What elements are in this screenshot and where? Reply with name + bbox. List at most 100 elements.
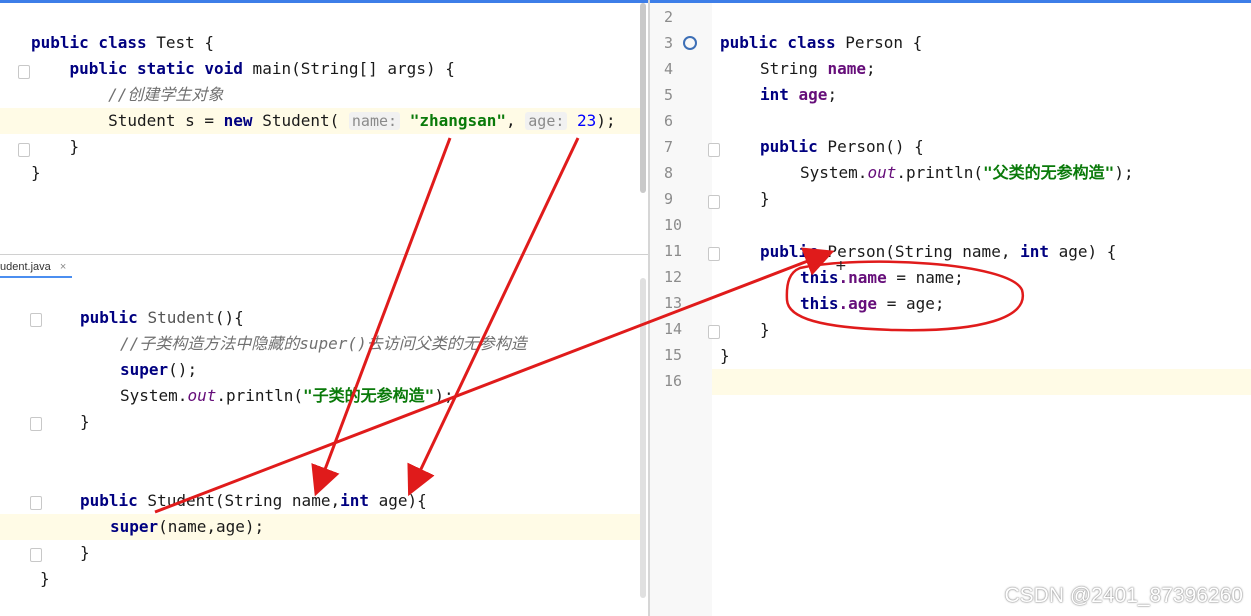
- pane-splitter[interactable]: [0, 254, 648, 255]
- line-number: 14: [664, 320, 683, 338]
- code-line-field[interactable]: String name;: [760, 56, 876, 82]
- code-line-field[interactable]: int age;: [760, 82, 837, 108]
- fold-marker-icon[interactable]: [30, 548, 42, 562]
- keyword: int: [760, 85, 799, 104]
- line-number: 2: [664, 8, 674, 26]
- code-line-assign-age[interactable]: this.age = age;: [800, 291, 945, 317]
- super-keyword: super: [110, 517, 159, 536]
- field-name: name: [827, 59, 866, 78]
- code-line-student-constructor[interactable]: public Student(String name,int age){: [80, 488, 427, 514]
- code-line-super-call[interactable]: super(name,age);: [110, 514, 264, 540]
- keyword: public class: [720, 33, 836, 52]
- code-fragment: .println(: [216, 386, 304, 405]
- code-fragment: Person(String name,: [817, 242, 1021, 261]
- code-fragment: = age;: [877, 294, 945, 313]
- field-name: age: [798, 85, 828, 104]
- fold-marker-icon[interactable]: [708, 325, 720, 339]
- code-line[interactable]: }: [40, 566, 50, 592]
- string-literal: "zhangsan": [409, 111, 507, 130]
- line-number: 5: [664, 86, 674, 104]
- string-literal: "子类的无参构造": [303, 386, 435, 405]
- keyword: public: [80, 491, 138, 510]
- keyword: public: [760, 242, 818, 261]
- line-number: 4: [664, 60, 674, 78]
- code-fragment: (name,age);: [158, 517, 265, 536]
- scrollbar[interactable]: [640, 3, 646, 193]
- current-line-highlight: [0, 514, 640, 540]
- code-fragment: Person {: [835, 33, 923, 52]
- number-literal: 23: [567, 111, 597, 130]
- line-number: 11: [664, 242, 683, 260]
- code-line[interactable]: }: [31, 134, 80, 160]
- tab-student-java[interactable]: udent.java ×: [0, 258, 73, 278]
- student-editor-pane[interactable]: public Student(){ //子类构造方法中隐藏的super()去访问…: [0, 278, 648, 608]
- tab-label: udent.java: [0, 261, 51, 273]
- line-number: 12: [664, 268, 683, 286]
- this-keyword: this: [800, 294, 839, 313]
- line-number: 15: [664, 346, 683, 364]
- line-number: 13: [664, 294, 683, 312]
- code-line[interactable]: public Person() {: [760, 134, 924, 160]
- code-line[interactable]: super();: [120, 357, 197, 383]
- watermark: CSDN @2401_87396260: [1004, 584, 1244, 607]
- close-icon[interactable]: ×: [60, 261, 66, 273]
- code-line[interactable]: System.out.println("父类的无参构造");: [800, 160, 1134, 186]
- fold-marker-icon[interactable]: [18, 143, 30, 157]
- code-line[interactable]: }: [720, 343, 730, 369]
- fold-marker-icon[interactable]: [18, 65, 30, 79]
- code-fragment: ();: [168, 360, 198, 379]
- line-number: 6: [664, 112, 674, 130]
- line-number: 9: [664, 190, 674, 208]
- fold-marker-icon[interactable]: [30, 417, 42, 431]
- code-line-class-decl[interactable]: public class Person {: [720, 30, 922, 56]
- scrollbar[interactable]: [640, 278, 646, 598]
- keyword: int: [340, 491, 369, 510]
- code-fragment: ;: [865, 59, 876, 78]
- code-fragment: age) {: [1049, 242, 1117, 261]
- fold-marker-icon[interactable]: [708, 143, 720, 157]
- code-fragment: System.: [120, 386, 188, 405]
- code-fragment: );: [1114, 163, 1134, 182]
- override-marker-icon[interactable]: [683, 36, 697, 50]
- person-editor-pane[interactable]: 2 3 4 5 6 7 8 9 10 11 12 13 14 15 16 public class Pers…: [650, 3, 1251, 616]
- code-line[interactable]: }: [760, 317, 770, 343]
- code-fragment: Person() {: [817, 137, 924, 156]
- line-number: 16: [664, 372, 683, 390]
- code-comment[interactable]: //子类构造方法中隐藏的super()去访问父类的无参构造: [120, 331, 527, 357]
- string-literal: "父类的无参构造": [983, 163, 1115, 182]
- code-fragment: = name;: [886, 268, 964, 287]
- code-fragment: );: [434, 386, 454, 405]
- fold-marker-icon[interactable]: [30, 313, 42, 327]
- code-line[interactable]: }: [80, 540, 90, 566]
- this-keyword: this: [800, 268, 839, 287]
- code-fragment: age){: [369, 491, 427, 510]
- param-hint-name: name:: [348, 112, 401, 130]
- code-line[interactable]: }: [31, 160, 41, 186]
- code-fragment: System.: [800, 163, 868, 182]
- code-line[interactable]: System.out.println("子类的无参构造");: [120, 383, 454, 409]
- code-line[interactable]: public class Test {: [31, 30, 214, 56]
- code-line[interactable]: public Student(){: [80, 305, 244, 331]
- fold-marker-icon[interactable]: [708, 247, 720, 261]
- code-line-assign-name[interactable]: this.name = name;: [800, 265, 964, 291]
- field-name: .name: [838, 268, 887, 287]
- code-fragment: ;: [827, 85, 838, 104]
- static-field: out: [867, 163, 897, 182]
- code-line[interactable]: }: [80, 409, 90, 435]
- test-editor-pane[interactable]: public class Test { public static void m…: [0, 3, 648, 254]
- line-number: 7: [664, 138, 674, 156]
- code-comment[interactable]: //创建学生对象: [31, 82, 223, 108]
- code-fragment: Student(String name,: [137, 491, 341, 510]
- keyword: public: [760, 137, 818, 156]
- code-line-student-instantiation[interactable]: Student s = new Student( name: "zhangsan…: [31, 108, 616, 134]
- field-name: .age: [838, 294, 878, 313]
- line-number: 8: [664, 164, 674, 182]
- fold-marker-icon[interactable]: [30, 496, 42, 510]
- param-hint-age: age:: [525, 112, 568, 130]
- line-number: 10: [664, 216, 683, 234]
- code-line[interactable]: }: [760, 186, 770, 212]
- keyword: int: [1020, 242, 1049, 261]
- code-line-person-constructor[interactable]: public Person(String name, int age) {: [760, 239, 1116, 265]
- code-line[interactable]: public static void main(String[] args) {: [31, 56, 455, 82]
- fold-marker-icon[interactable]: [708, 195, 720, 209]
